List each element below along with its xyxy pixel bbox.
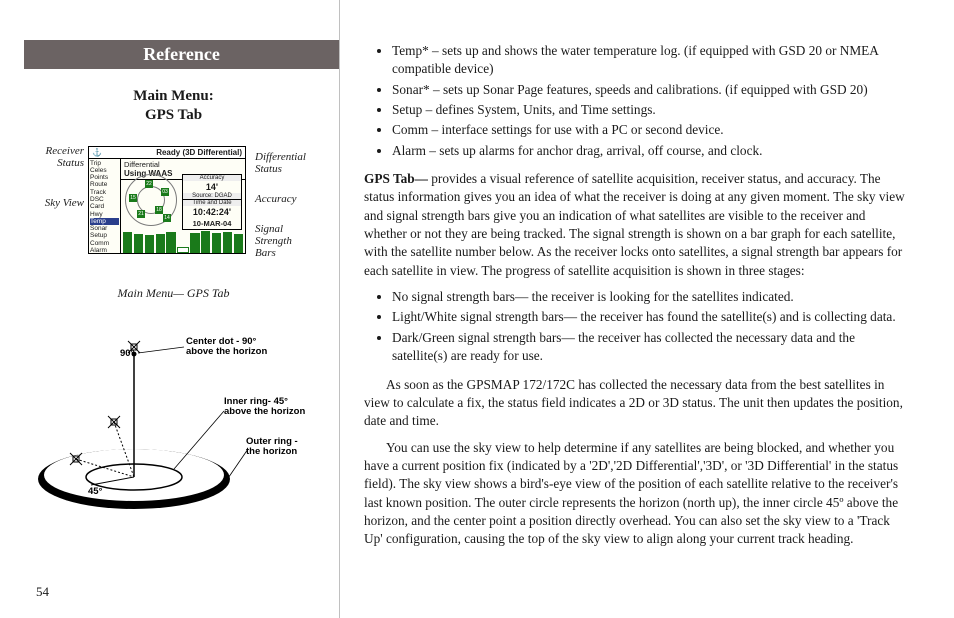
figure1-caption: Main Menu— GPS Tab — [24, 286, 323, 301]
callout-differential-status: DifferentialStatus — [255, 151, 306, 175]
stage-no-bars: No signal strength bars— the receiver is… — [392, 288, 910, 306]
figure-gps-tab: ⚓ Ready (3D Differential) TripCelesPoint… — [30, 143, 317, 278]
stage-dark-bars: Dark/Green signal strength bars— the rec… — [392, 329, 910, 366]
sky-view: 15 22 03 21 18 14 — [125, 174, 177, 226]
bullet-temp: Temp* – sets up and shows the water temp… — [392, 42, 910, 79]
reference-heading: Reference — [24, 40, 339, 69]
label-45deg: 45° — [88, 487, 102, 498]
section-title-l1: Main Menu: — [133, 88, 213, 104]
section-title: Main Menu: GPS Tab — [24, 87, 323, 125]
gps-tab-paragraph: GPS Tab— provides a visual reference of … — [364, 170, 910, 280]
titlebar-right: Ready (3D Differential) — [156, 147, 242, 158]
bullet-list-top: Temp* – sets up and shows the water temp… — [392, 42, 910, 160]
label-outer-ring: Outer ring -the horizon — [246, 437, 298, 459]
label-90deg: 90° — [120, 349, 134, 360]
diff-label: Differential — [124, 160, 160, 169]
callout-sky-view: Sky View — [28, 197, 84, 209]
callout-signal-bars: SignalStrengthBars — [255, 223, 292, 259]
figure-horizon: 90° Center dot - 90°above the horizon In… — [24, 329, 323, 524]
signal-bars: 01 03 06 14 15 16 18 21 22 25 30 — [123, 227, 243, 253]
main-content: Temp* – sets up and shows the water temp… — [340, 0, 954, 618]
menu-column: TripCelesPointsRouteTrackDSCCardHwyTempS… — [89, 159, 121, 254]
bullet-alarm: Alarm – sets up alarms for anchor drag, … — [392, 142, 910, 160]
gps-tab-lead: GPS Tab— — [364, 171, 428, 186]
callout-receiver-status: ReceiverStatus — [28, 145, 84, 169]
bullet-setup: Setup – defines System, Units, and Time … — [392, 101, 910, 119]
callout-accuracy: Accuracy — [255, 193, 297, 205]
section-title-l2: GPS Tab — [145, 107, 202, 123]
paragraph-2: As soon as the GPSMAP 172/172C has colle… — [364, 376, 910, 431]
time-panel: Time and Date 10:42:24' 10-MAR-04 — [182, 199, 242, 230]
time-value: 10:42:24' — [183, 206, 241, 218]
gps-tab-text: provides a visual reference of satellite… — [364, 171, 905, 278]
label-inner-ring: Inner ring- 45°above the horizon — [224, 397, 305, 419]
bullet-comm: Comm – interface settings for use with a… — [392, 121, 910, 139]
bullet-list-stages: No signal strength bars— the receiver is… — [392, 288, 910, 365]
accuracy-value: 14' — [183, 181, 241, 193]
gps-screenshot: ⚓ Ready (3D Differential) TripCelesPoint… — [88, 146, 246, 254]
page-number: 54 — [36, 584, 49, 600]
stage-light-bars: Light/White signal strength bars— the re… — [392, 308, 910, 326]
paragraph-3: You can use the sky view to help determi… — [364, 439, 910, 549]
bullet-sonar: Sonar* – sets up Sonar Page features, sp… — [392, 81, 910, 99]
accuracy-panel: Accuracy 14' Source: DGAD — [182, 174, 242, 200]
label-center-dot: Center dot - 90°above the horizon — [186, 337, 267, 359]
sidebar: Reference Main Menu: GPS Tab ⚓ Ready (3D… — [0, 0, 340, 618]
titlebar-left: ⚓ — [92, 147, 102, 158]
